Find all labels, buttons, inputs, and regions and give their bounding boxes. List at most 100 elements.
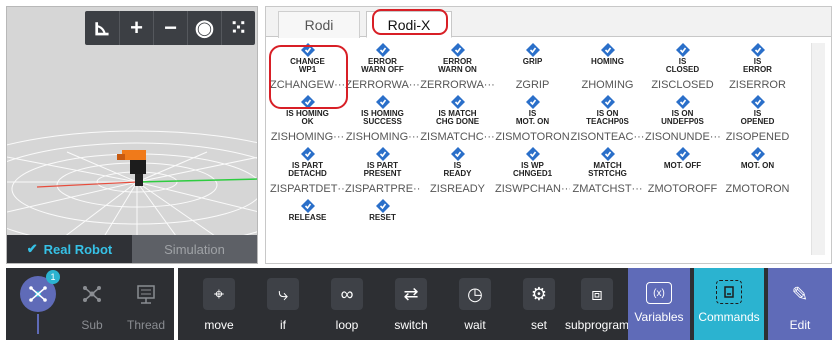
subprogram-button[interactable]: ⧈ subprogram [565,268,629,340]
command-diamond-icon [450,43,465,57]
move-button[interactable]: ⌖ move [190,268,248,340]
command-item[interactable]: IS ERROR ZISERROR [720,43,795,95]
command-item[interactable]: GRIP ZGRIP [495,43,570,95]
tab-rodi[interactable]: Rodi [278,11,360,38]
command-item[interactable]: HOMING ZHOMING [570,43,645,95]
command-diamond-icon [750,43,765,57]
left-group: 1 Sub Thread [6,268,174,340]
command-name: ZISMOTORON [495,131,570,143]
sub-button[interactable]: Sub [68,268,116,340]
variables-button[interactable]: (x) Variables [628,268,690,340]
command-name: ZISPARTDET··· [270,183,345,195]
command-title: IS CLOSED [665,57,700,74]
command-item[interactable]: IS PART PRESENT ZISPARTPRE··· [345,147,420,199]
command-diamond-icon [675,43,690,57]
command-title: GRIP [522,57,543,66]
simulation-mode-button[interactable]: Simulation [132,235,257,263]
command-diamond-icon [525,147,540,161]
command-item[interactable]: IS CLOSED ZISCLOSED [645,43,720,95]
command-title: IS ON TEACHP0S [586,109,629,126]
vertical-scrollbar[interactable] [811,43,825,255]
command-item[interactable]: MOT. ON ZMOTORON [720,147,795,199]
command-name: ZISMATCHC··· [420,131,495,143]
command-name: ZISREADY [429,183,485,195]
command-item[interactable]: IS WP CHNGED1 ZISWPCHAN··· [495,147,570,199]
eye-icon[interactable]: ◉ [187,11,221,45]
command-item[interactable]: IS MOT. ON ZISMOTORON [495,95,570,147]
set-label: set [530,318,547,332]
command-name: ZERRORWA··· [420,79,495,91]
command-title: IS READY [443,161,472,178]
command-title: IS MOT. ON [515,109,550,126]
command-item[interactable]: IS OPENED ZISOPENED [720,95,795,147]
command-item[interactable]: IS PART DETACHD ZISPARTDET··· [270,147,345,199]
commands-item: Commands [694,268,764,340]
edit-button[interactable]: ✎ Edit [768,268,832,340]
tab-bar: Rodi Rodi-X [266,7,831,38]
command-item[interactable]: RESET [345,199,420,251]
switch-button[interactable]: ⇄ switch [382,268,440,340]
command-title: MOT. OFF [663,161,702,170]
command-panel: Rodi Rodi-X CHANGE WP1 ZCHANGEW··· ERROR W… [265,6,832,264]
command-title: RELEASE [288,213,327,222]
switch-label: switch [394,318,428,332]
command-title: IS OPENED [740,109,775,126]
real-robot-label: Real Robot [43,241,113,257]
command-diamond-icon [300,199,315,213]
command-item[interactable]: IS ON TEACHP0S ZISONTEAC··· [570,95,645,147]
command-title: IS ERROR [743,57,772,74]
check-icon: ✔ [26,241,38,256]
command-diamond-icon [375,199,390,213]
command-diamond-icon [600,95,615,109]
thread-button[interactable]: Thread [120,268,172,340]
variables-icon: (x) [646,282,672,304]
command-title: MOT. ON [740,161,775,170]
command-title: ERROR WARN OFF [361,57,404,74]
command-diamond-icon [300,147,315,161]
set-button[interactable]: ⚙ set [510,268,568,340]
node-button[interactable]: 1 [16,268,60,340]
command-name: ZMOTOROFF [647,183,718,195]
axis-icon[interactable]: ⊾ [85,11,119,45]
zoom-out-icon[interactable]: − [153,11,187,45]
command-title: RESET [369,213,396,222]
variables-label: Variables [634,310,684,324]
command-diamond-icon [375,43,390,57]
zoom-in-icon[interactable]: + [119,11,153,45]
real-robot-mode-button[interactable]: ✔ Real Robot [7,235,132,263]
command-item[interactable]: IS MATCH CHG DONE ZISMATCHC··· [420,95,495,147]
wait-label: wait [464,318,486,332]
set-icon: ⚙ [523,278,555,310]
command-item[interactable]: IS READY ZISREADY [420,147,495,199]
command-item[interactable]: MOT. OFF ZMOTOROFF [645,147,720,199]
wait-icon: ◷ [459,278,491,310]
commands-button[interactable]: Commands [694,268,764,340]
command-diamond-icon [525,95,540,109]
command-title: IS MATCH CHG DONE [435,109,480,126]
command-item[interactable]: IS ON UNDEFP0S ZISONUNDE··· [645,95,720,147]
thread-label: Thread [126,318,166,332]
switch-icon: ⇄ [395,278,427,310]
command-diamond-icon [675,147,690,161]
if-label: if [280,318,286,332]
command-item[interactable]: IS HOMING SUCCESS ZISHOMING··· [345,95,420,147]
if-icon: ⤷ [267,278,299,310]
command-diamond-icon [600,43,615,57]
command-item[interactable]: RELEASE [270,199,345,251]
edit-item: ✎ Edit [768,268,832,340]
wait-button[interactable]: ◷ wait [446,268,504,340]
command-item[interactable]: ERROR WARN OFF ZERRORWA··· [345,43,420,95]
loop-button[interactable]: ∞ loop [318,268,376,340]
grid-icon[interactable]: ⁙ [221,11,255,45]
command-name: ZISONTEAC··· [570,131,645,143]
command-diamond-icon [750,95,765,109]
command-diamond-icon [375,95,390,109]
command-diamond-icon [525,43,540,57]
if-button[interactable]: ⤷ if [254,268,312,340]
command-item[interactable]: MATCH STRTCHG ZMATCHST··· [570,147,645,199]
command-name: ZISERROR [729,79,786,91]
command-diamond-icon [375,147,390,161]
command-item[interactable]: ERROR WARN ON ZERRORWA··· [420,43,495,95]
robot-3d-viewport[interactable]: ⊾ + − ◉ ⁙ ✔ Real Robot Simulation [6,6,258,264]
command-title: IS PART DETACHD [288,161,327,178]
